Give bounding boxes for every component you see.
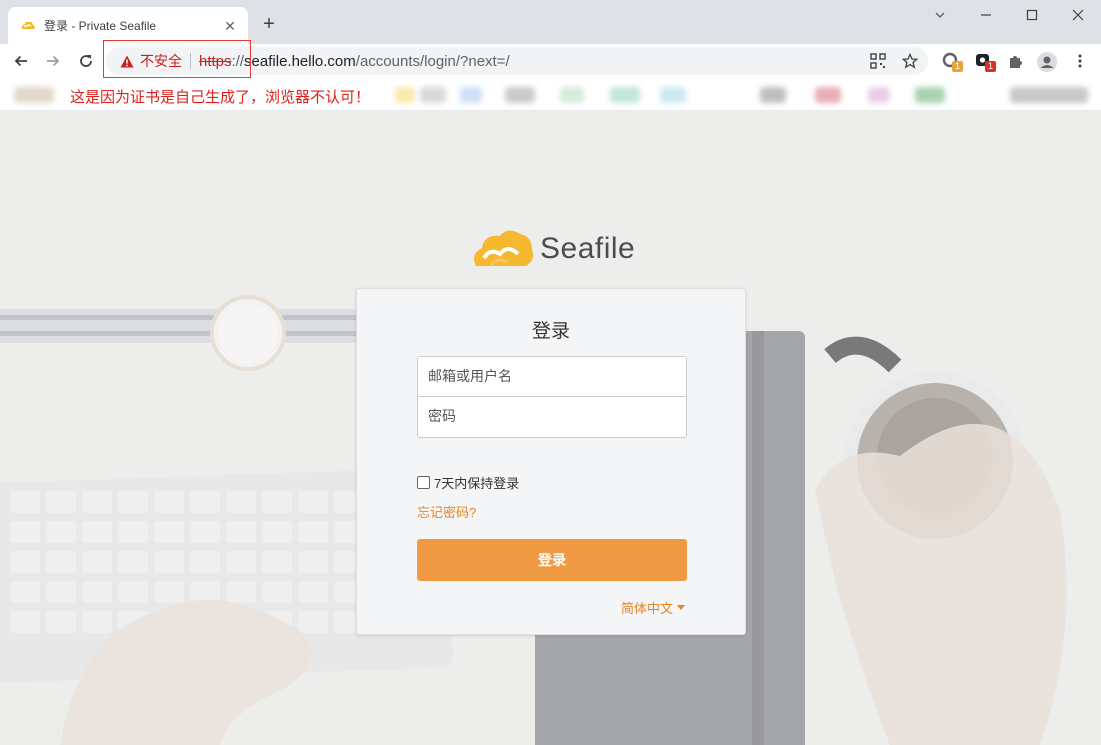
bookmark-item[interactable] <box>420 87 446 103</box>
bookmark-item[interactable] <box>460 87 482 103</box>
minimize-button[interactable] <box>976 6 996 26</box>
bookmark-star-icon[interactable] <box>902 53 918 69</box>
bookmark-item[interactable] <box>14 87 54 103</box>
seafile-cloud-logo-icon <box>474 230 534 267</box>
bookmark-item[interactable] <box>660 87 686 103</box>
url-text[interactable]: https://seafile.hello.com/accounts/login… <box>199 53 510 70</box>
password-placeholder: 密码 <box>428 408 456 424</box>
url-path: /accounts/login/?next=/ <box>355 52 510 70</box>
extension-2-icon[interactable]: 1 <box>975 52 996 72</box>
browser-toolbar: 不安全 https://seafile.hello.com/accounts/l… <box>0 44 1101 78</box>
remember-label: 7天内保持登录 <box>434 476 520 491</box>
login-title: 登录 <box>531 321 570 342</box>
login-card: 登录 邮箱或用户名 密码 7天内保持登录 忘记密码? 登录 简体中文 <box>356 288 746 635</box>
tab-title: 登录 - Private Seafile <box>44 19 157 33</box>
extension-1-badge: 1 <box>952 61 963 72</box>
forgot-password-link[interactable]: 忘记密码? <box>417 502 476 521</box>
tab-strip: 登录 - Private Seafile ✕ + <box>0 0 1101 44</box>
security-label: 不安全 <box>140 53 182 69</box>
login-button[interactable]: 登录 <box>417 539 687 581</box>
close-window-button[interactable] <box>1068 6 1088 26</box>
brand-name: Seafile <box>540 232 636 265</box>
warning-triangle-icon <box>120 55 134 67</box>
security-indicator[interactable]: 不安全 <box>106 47 199 75</box>
extension-1-icon[interactable]: 1 <box>942 52 963 72</box>
bookmark-item[interactable] <box>760 87 786 103</box>
new-tab-button[interactable]: + <box>258 13 280 35</box>
bookmark-item[interactable] <box>868 87 890 103</box>
bookmark-item[interactable] <box>915 87 945 103</box>
username-input[interactable]: 邮箱或用户名 <box>417 356 687 397</box>
extension-2-badge: 1 <box>985 61 996 72</box>
bookmark-item[interactable] <box>610 87 640 103</box>
url-scheme: https <box>199 52 232 70</box>
browser-tab[interactable]: 登录 - Private Seafile ✕ <box>8 7 248 44</box>
address-bar[interactable]: 不安全 https://seafile.hello.com/accounts/l… <box>106 47 928 75</box>
annotation-note: 这是因为证书是自己生成了，浏览器不认可！ <box>70 89 371 106</box>
forward-button[interactable] <box>41 50 65 72</box>
url-separator: :// <box>231 52 245 70</box>
profile-avatar-icon[interactable] <box>1037 52 1057 72</box>
bookmark-item[interactable] <box>1010 87 1088 103</box>
username-placeholder: 邮箱或用户名 <box>428 368 512 384</box>
maximize-button[interactable] <box>1022 6 1042 26</box>
back-button[interactable] <box>9 50 33 72</box>
url-host: seafile.hello.com <box>244 52 356 70</box>
tab-search-chevron-icon[interactable] <box>930 6 950 26</box>
back-arrow-icon <box>14 55 27 67</box>
reload-icon <box>80 55 92 67</box>
password-input[interactable]: 密码 <box>417 397 687 438</box>
browser-menu-icon[interactable] <box>1071 52 1089 70</box>
bookmark-item[interactable] <box>815 87 841 103</box>
login-page: Seafile 登录 邮箱或用户名 密码 7天内保持登录 忘记密码? 登录 简体… <box>0 111 1101 745</box>
remember-me[interactable]: 7天内保持登录 <box>417 473 519 492</box>
seafile-logo: Seafile <box>470 226 635 272</box>
extensions-puzzle-icon[interactable] <box>1007 52 1025 70</box>
bookmark-item[interactable] <box>395 87 415 103</box>
seafile-favicon-icon <box>21 21 35 29</box>
remember-checkbox[interactable] <box>417 476 430 489</box>
language-label: 简体中文 <box>620 601 673 616</box>
qr-code-icon[interactable] <box>870 53 886 69</box>
tab-close-icon[interactable]: ✕ <box>222 18 238 34</box>
bookmark-item[interactable] <box>505 87 535 103</box>
reload-button[interactable] <box>74 50 98 72</box>
security-separator <box>190 53 191 69</box>
forward-arrow-icon <box>47 55 60 67</box>
bookmarks-bar: 这是因为证书是自己生成了，浏览器不认可！ <box>0 78 1101 111</box>
language-selector[interactable]: 简体中文 <box>621 598 685 617</box>
caret-down-icon <box>677 605 685 610</box>
bookmark-item[interactable] <box>560 87 584 103</box>
